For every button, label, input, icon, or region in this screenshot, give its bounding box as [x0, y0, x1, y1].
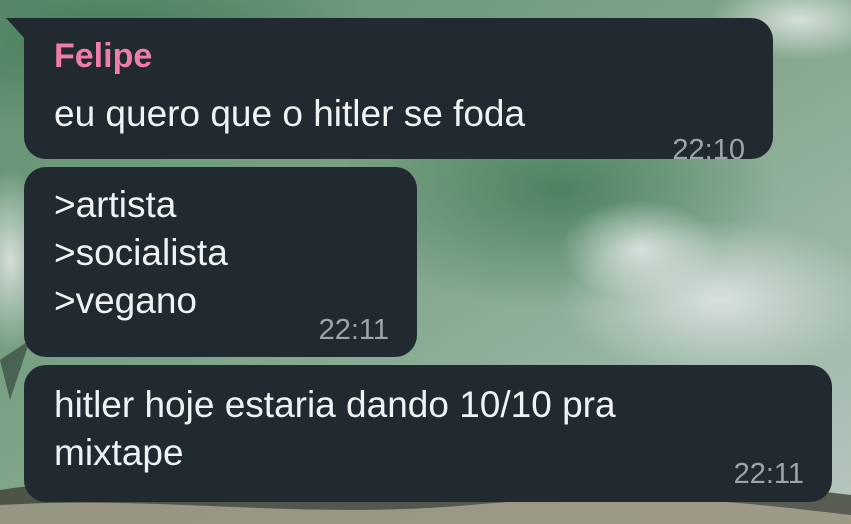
message-bubble[interactable]: hitler hoje estaria dando 10/10 pra mixt…	[24, 365, 832, 502]
message-text: >artista >socialista >vegano	[54, 184, 228, 321]
message-timestamp: 22:11	[733, 458, 804, 490]
message-bubble[interactable]: Felipe eu quero que o hitler se foda 22:…	[24, 18, 773, 166]
message-text: eu quero que o hitler se foda	[54, 93, 526, 134]
sender-name[interactable]: Felipe	[54, 36, 152, 76]
message-bubble[interactable]: >artista >socialista >vegano 22:11	[24, 167, 417, 357]
message-timestamp: 22:10	[672, 134, 745, 166]
bubble-tail	[6, 18, 26, 40]
message-timestamp: 22:11	[318, 314, 389, 346]
message-text: hitler hoje estaria dando 10/10 pra mixt…	[54, 384, 616, 473]
